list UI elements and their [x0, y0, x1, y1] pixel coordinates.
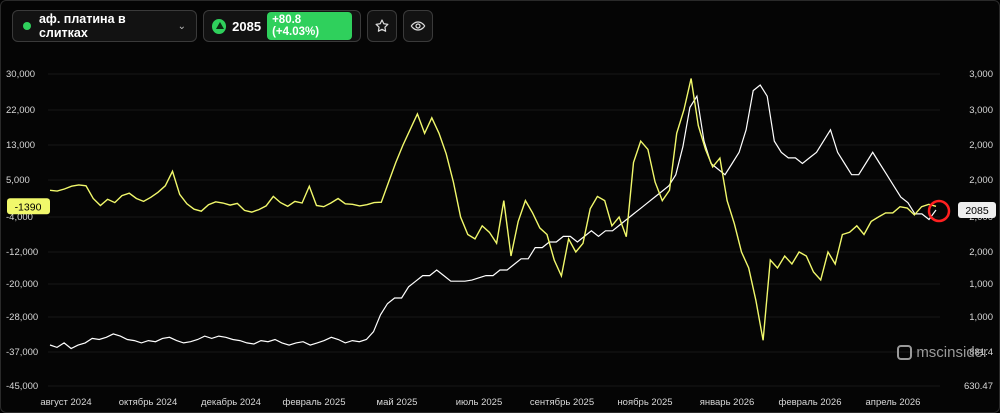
position-line [49, 78, 937, 341]
left-tick-label: -45,000 [6, 381, 38, 392]
left-tick-label: -37,000 [6, 347, 38, 358]
chart-area: 30,00022,00013,0005,000-4,000-12,000-20,… [6, 69, 996, 408]
x-tick-label: февраль 2026 [779, 397, 842, 408]
x-tick-label: январь 2026 [700, 397, 755, 408]
watermark-text: mscinsider [916, 344, 988, 361]
x-tick-label: сентябрь 2025 [530, 397, 594, 408]
x-axis: август 2024 октябрь 2024 декабрь 2024 февра… [40, 397, 920, 408]
left-tick-label: -20,000 [6, 279, 38, 290]
right-current-value: 2085 [965, 205, 989, 217]
left-tick-label: 13,000 [6, 140, 35, 151]
right-tick-label: 2,000 [969, 247, 993, 258]
left-tick-label: -28,000 [6, 312, 38, 323]
x-tick-label: ноябрь 2025 [617, 397, 672, 408]
x-tick-label: июль 2025 [456, 397, 503, 408]
right-tick-label: 2,000 [969, 140, 993, 151]
watermark: mscinsider [897, 344, 988, 361]
left-axis: 30,00022,00013,0005,000-4,000-12,000-20,… [6, 69, 38, 392]
left-current-label: -1390 [7, 198, 50, 215]
left-tick-label: 22,000 [6, 105, 35, 116]
left-tick-label: -12,000 [6, 247, 38, 258]
x-tick-label: октябрь 2024 [119, 397, 178, 408]
logo-icon [897, 345, 913, 360]
grid [48, 73, 940, 387]
left-tick-label: 30,000 [6, 69, 35, 80]
x-tick-label: август 2024 [40, 397, 91, 408]
x-tick-label: апрель 2026 [866, 397, 921, 408]
right-current-label: 2085 [958, 202, 996, 219]
left-tick-label: 5,000 [6, 175, 30, 186]
left-current-value: -1390 [15, 201, 42, 213]
x-tick-label: декабрь 2024 [201, 397, 261, 408]
x-tick-label: май 2025 [377, 397, 418, 408]
highlight-circle [927, 199, 951, 223]
right-tick-label: 3,000 [969, 105, 993, 116]
right-tick-label: 1,000 [969, 312, 993, 323]
right-tick-label: 1,000 [969, 279, 993, 290]
right-tick-label: 630.47 [964, 381, 993, 392]
right-tick-label: 2,000 [969, 175, 993, 186]
x-tick-label: февраль 2025 [283, 397, 346, 408]
right-tick-label: 3,000 [969, 69, 993, 80]
